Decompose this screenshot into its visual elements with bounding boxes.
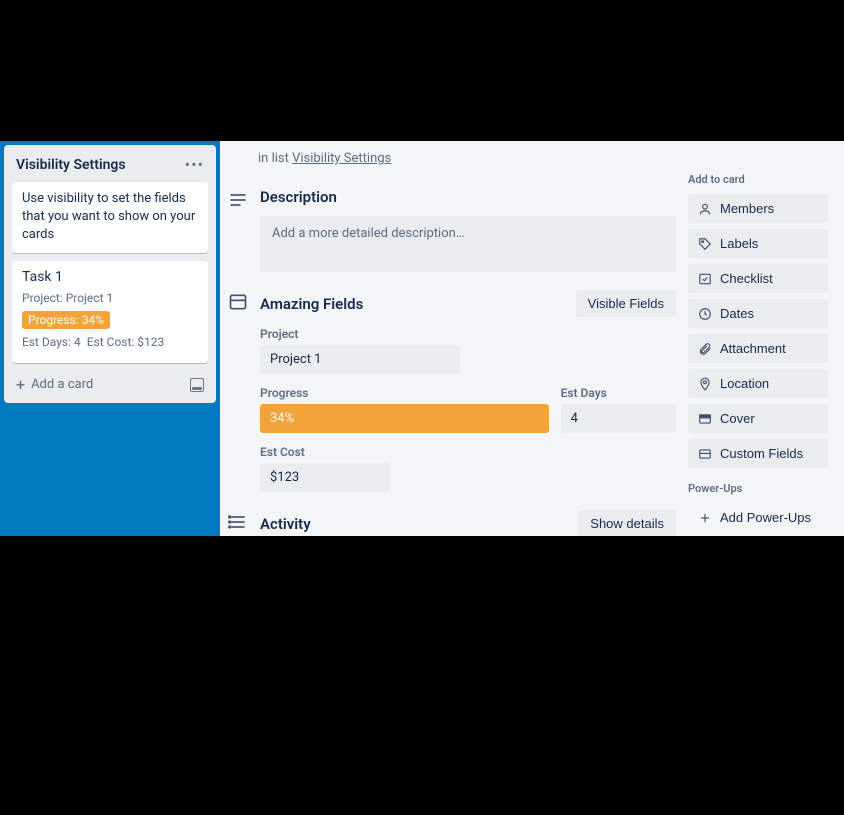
field-label-est-cost: Est Cost xyxy=(260,445,390,459)
attachment-button[interactable]: Attachment xyxy=(688,334,828,363)
list: Visibility Settings ••• Use visibility t… xyxy=(4,145,216,403)
labels-icon xyxy=(698,237,712,251)
description-icon xyxy=(228,190,248,210)
location-button[interactable]: Location xyxy=(688,369,828,398)
field-label-progress: Progress xyxy=(260,386,549,400)
dates-icon xyxy=(698,307,712,321)
activity-icon xyxy=(228,512,248,532)
add-card-label: Add a card xyxy=(31,377,93,392)
field-value-progress[interactable]: 34% xyxy=(260,404,549,433)
custom-fields-icon xyxy=(698,447,712,461)
info-card[interactable]: Use visibility to set the fields that yo… xyxy=(12,182,208,253)
attachment-icon xyxy=(698,342,712,356)
fields-icon xyxy=(228,292,248,312)
power-ups-heading: Power-Ups xyxy=(688,482,828,495)
card-project-label: Project: Project 1 xyxy=(22,291,113,305)
card-text: Use visibility to set the fields that yo… xyxy=(22,190,198,245)
members-button[interactable]: Members xyxy=(688,194,828,223)
labels-button[interactable]: Labels xyxy=(688,229,828,258)
cover-icon xyxy=(698,412,712,426)
description-title: Description xyxy=(260,188,337,206)
custom-fields-button[interactable]: Custom Fields xyxy=(688,439,828,468)
breadcrumb: in list Visibility Settings xyxy=(228,151,676,166)
add-card-button[interactable]: + Add a card xyxy=(12,371,208,395)
plus-icon: + xyxy=(16,377,25,393)
members-icon xyxy=(698,202,712,216)
breadcrumb-link[interactable]: Visibility Settings xyxy=(292,151,391,166)
field-value-est-days[interactable]: 4 xyxy=(561,404,676,433)
visible-fields-button[interactable]: Visible Fields xyxy=(576,290,676,317)
field-value-est-cost[interactable]: $123 xyxy=(260,463,390,492)
card-est-days: Est Days: 4 xyxy=(22,335,81,349)
field-label-project: Project xyxy=(260,327,460,341)
task-card[interactable]: Task 1 Project: Project 1 Progress: 34% … xyxy=(12,261,208,363)
activity-title: Activity xyxy=(260,515,311,533)
list-menu-icon[interactable]: ••• xyxy=(185,155,204,174)
dates-button[interactable]: Dates xyxy=(688,299,828,328)
card-template-icon[interactable] xyxy=(190,378,204,392)
card-est-cost: Est Cost: $123 xyxy=(87,335,165,349)
amazing-fields-title: Amazing Fields xyxy=(260,295,363,313)
description-input[interactable]: Add a more detailed description… xyxy=(260,216,676,272)
location-icon xyxy=(698,377,712,391)
checklist-icon xyxy=(698,272,712,286)
board-list-column: Visibility Settings ••• Use visibility t… xyxy=(0,141,220,536)
card-sidebar: Add to card Members Labels Checklist Dat… xyxy=(688,151,828,536)
card-detail-panel: in list Visibility Settings Description … xyxy=(220,141,844,536)
list-title[interactable]: Visibility Settings xyxy=(16,157,126,173)
field-label-est-days: Est Days xyxy=(561,386,676,400)
card-title: Task 1 xyxy=(22,269,198,285)
show-details-button[interactable]: Show details xyxy=(578,510,676,536)
plus-icon xyxy=(698,511,712,525)
progress-badge: Progress: 34% xyxy=(22,311,110,329)
field-value-project[interactable]: Project 1 xyxy=(260,345,460,374)
add-power-ups-button[interactable]: Add Power-Ups xyxy=(688,503,828,532)
add-to-card-heading: Add to card xyxy=(688,173,828,186)
cover-button[interactable]: Cover xyxy=(688,404,828,433)
checklist-button[interactable]: Checklist xyxy=(688,264,828,293)
